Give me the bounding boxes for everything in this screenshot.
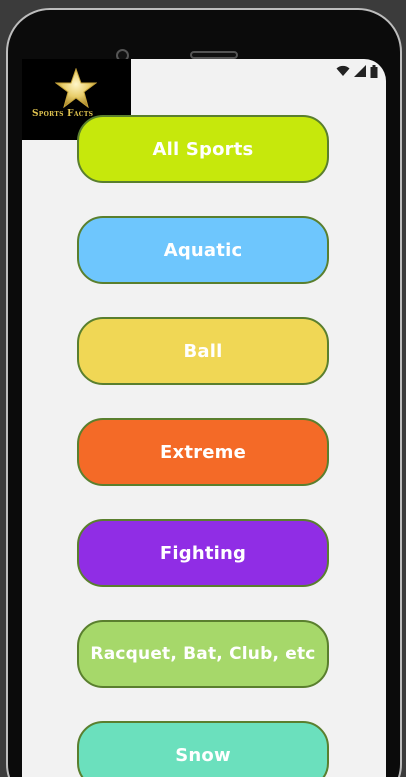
category-button-all-sports[interactable]: All Sports bbox=[77, 115, 329, 183]
category-button-fighting[interactable]: Fighting bbox=[77, 519, 329, 587]
category-button-snow[interactable]: Snow bbox=[77, 721, 329, 777]
category-label: Racquet, Bat, Club, etc bbox=[90, 644, 316, 664]
category-label: Aquatic bbox=[163, 239, 243, 261]
app-screen: Sports Facts All Sports Aquatic Ball Ext… bbox=[22, 59, 386, 777]
category-label: Ball bbox=[183, 340, 223, 362]
earpiece-speaker bbox=[190, 51, 238, 59]
category-label: All Sports bbox=[152, 138, 254, 160]
category-button-racquet-bat-club[interactable]: Racquet, Bat, Club, etc bbox=[77, 620, 329, 688]
category-label: Fighting bbox=[159, 542, 247, 564]
category-button-ball[interactable]: Ball bbox=[77, 317, 329, 385]
category-label: Snow bbox=[175, 744, 231, 766]
category-list: All Sports Aquatic Ball Extreme Fighting… bbox=[22, 59, 386, 777]
category-button-extreme[interactable]: Extreme bbox=[77, 418, 329, 486]
device-stage: Sports Facts All Sports Aquatic Ball Ext… bbox=[0, 0, 406, 777]
category-button-aquatic[interactable]: Aquatic bbox=[77, 216, 329, 284]
category-label: Extreme bbox=[160, 441, 246, 463]
